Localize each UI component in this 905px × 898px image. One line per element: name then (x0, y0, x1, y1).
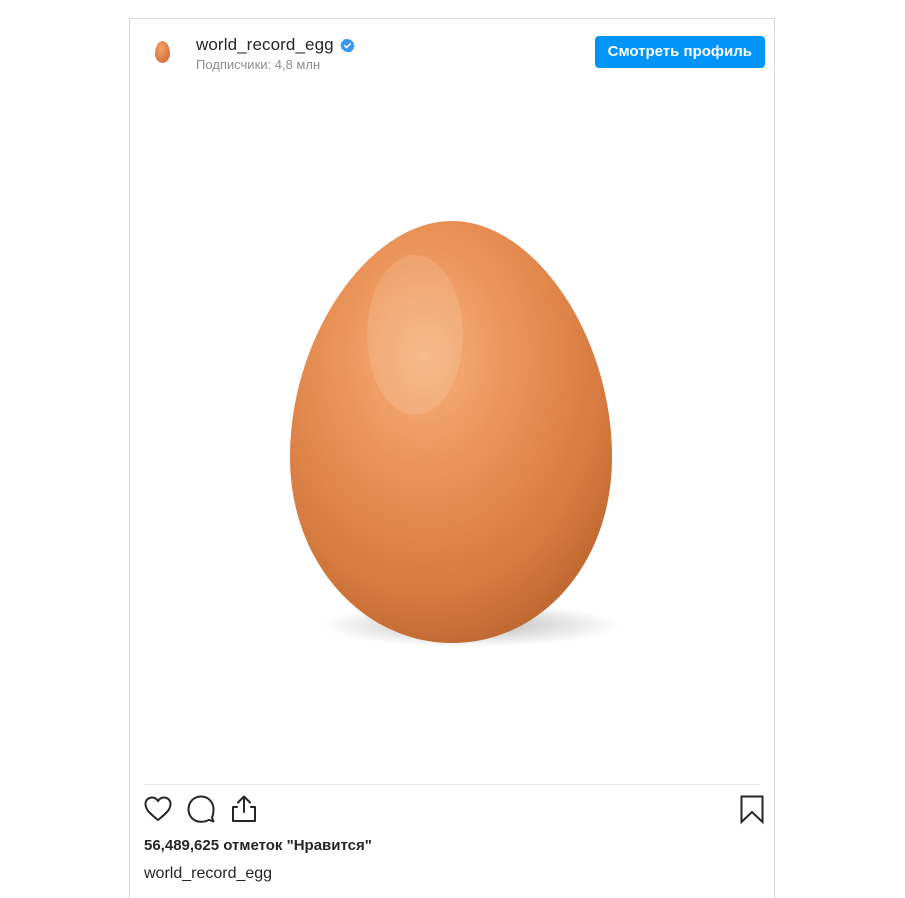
username-row: world_record_egg (196, 33, 355, 57)
post-photo[interactable] (130, 85, 774, 785)
avatar[interactable] (150, 39, 174, 65)
view-profile-button[interactable]: Смотреть профиль (594, 36, 765, 68)
followers-count: Подписчики: 4,8 млн (196, 57, 321, 72)
comment-bubble-icon[interactable] (185, 793, 217, 825)
verified-badge-icon (339, 38, 355, 52)
caption-username[interactable]: world_record_egg (144, 865, 272, 883)
username[interactable]: world_record_egg (196, 35, 334, 55)
action-bar (130, 793, 774, 829)
likes-count[interactable]: 56,489,625 отметок "Нравится" (144, 837, 372, 854)
bookmark-icon[interactable] (736, 793, 768, 825)
share-upload-icon[interactable] (228, 793, 260, 825)
egg-highlight (367, 255, 463, 415)
egg-avatar-image (154, 41, 170, 63)
user-block: world_record_egg Подписчики: 4,8 млн (196, 33, 355, 73)
post-header: world_record_egg Подписчики: 4,8 млн Смо… (130, 19, 774, 85)
divider (144, 784, 760, 785)
heart-icon[interactable] (142, 793, 174, 825)
instagram-post-embed: world_record_egg Подписчики: 4,8 млн Смо… (129, 18, 775, 898)
